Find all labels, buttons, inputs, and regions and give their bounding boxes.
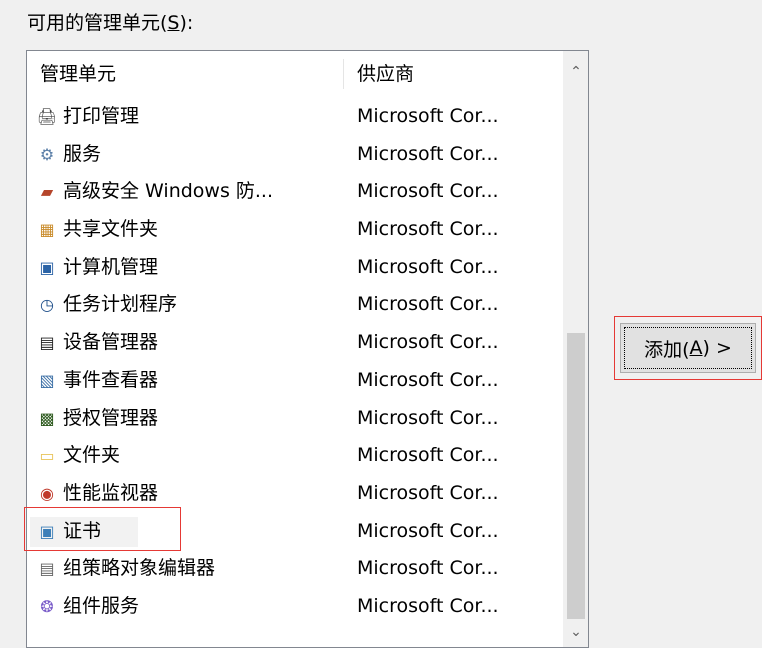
scroll-up-icon[interactable]: ⌃ bbox=[563, 59, 588, 85]
certificate-icon: ▣ bbox=[39, 521, 55, 541]
column-header-vendor[interactable]: 供应商 bbox=[357, 51, 557, 97]
snapin-rows: 🖨 打印管理 Microsoft Cor... ⚙ 服务 Microsoft Cor...… bbox=[27, 98, 563, 626]
component-services-icon: ❂ bbox=[40, 596, 54, 616]
list-item[interactable]: ▰ 高级安全 Windows 防... Microsoft Cor... bbox=[27, 173, 563, 211]
firewall-icon: ▰ bbox=[40, 182, 54, 202]
snapin-name: 组策略对象编辑器 bbox=[63, 557, 216, 580]
add-button-label: 添加(A) > bbox=[624, 327, 752, 369]
snapin-vendor: Microsoft Cor... bbox=[357, 105, 499, 127]
list-item[interactable]: ⚙ 服务 Microsoft Cor... bbox=[27, 136, 563, 174]
add-button[interactable]: 添加(A) > bbox=[620, 323, 756, 373]
vertical-scrollbar[interactable]: ⌃ ⌄ bbox=[563, 51, 588, 647]
snapin-vendor: Microsoft Cor... bbox=[357, 481, 499, 504]
computer-management-icon: ▣ bbox=[39, 257, 55, 277]
snapin-vendor: Microsoft Cor... bbox=[357, 594, 499, 617]
available-snapins-list[interactable]: 管理单元 供应商 🖨 打印管理 Microsoft Cor... ⚙ 服务 Microso… bbox=[26, 50, 589, 648]
shared-folder-icon: ▦ bbox=[39, 220, 55, 240]
column-header-snapin[interactable]: 管理单元 bbox=[40, 51, 340, 97]
snapin-vendor: Microsoft Cor... bbox=[357, 368, 499, 391]
folder-icon: ▭ bbox=[39, 446, 55, 466]
clock-icon: ◷ bbox=[40, 295, 54, 315]
snapin-name: 计算机管理 bbox=[63, 255, 159, 278]
snapin-vendor: Microsoft Cor... bbox=[357, 293, 499, 316]
available-snapins-label: 可用的管理单元(S): bbox=[27, 12, 194, 34]
snapin-name: 共享文件夹 bbox=[63, 218, 159, 241]
snapin-name: 服务 bbox=[63, 142, 102, 165]
snapin-name: 性能监视器 bbox=[63, 481, 159, 504]
group-policy-editor-icon: ▤ bbox=[39, 559, 55, 579]
printer-icon: 🖨 bbox=[36, 107, 58, 126]
snapin-name: 高级安全 Windows 防... bbox=[63, 180, 274, 203]
snapin-vendor: Microsoft Cor... bbox=[357, 331, 499, 354]
snapin-vendor: Microsoft Cor... bbox=[357, 519, 499, 542]
snapin-name: 设备管理器 bbox=[63, 331, 159, 354]
snapin-name: 证书 bbox=[63, 519, 102, 542]
snapin-vendor: Microsoft Cor... bbox=[357, 255, 499, 278]
list-item[interactable]: ▭ 文件夹 Microsoft Cor... bbox=[27, 437, 563, 475]
scroll-thumb[interactable] bbox=[567, 333, 585, 619]
list-item[interactable]: ◷ 任务计划程序 Microsoft Cor... bbox=[27, 286, 563, 324]
list-item[interactable]: ▣ 计算机管理 Microsoft Cor... bbox=[27, 249, 563, 287]
snapin-vendor: Microsoft Cor... bbox=[357, 180, 499, 203]
gears-icon: ⚙ bbox=[39, 144, 55, 164]
snapin-name: 文件夹 bbox=[63, 444, 121, 467]
snapin-name: 打印管理 bbox=[63, 105, 140, 127]
performance-monitor-icon: ◉ bbox=[40, 483, 54, 503]
snapin-name: 授权管理器 bbox=[63, 406, 159, 429]
list-item[interactable]: ▤ 设备管理器 Microsoft Cor... bbox=[27, 324, 563, 362]
authorization-manager-icon: ▩ bbox=[39, 408, 55, 428]
event-viewer-icon: ▧ bbox=[39, 370, 55, 390]
snapin-vendor: Microsoft Cor... bbox=[357, 406, 499, 429]
list-item[interactable]: ▣ 证书 Microsoft Cor... bbox=[27, 513, 563, 551]
scroll-down-icon[interactable]: ⌄ bbox=[563, 619, 588, 645]
snapin-vendor: Microsoft Cor... bbox=[357, 142, 499, 165]
snapin-name: 组件服务 bbox=[63, 594, 140, 617]
snapin-vendor: Microsoft Cor... bbox=[357, 557, 499, 580]
list-item[interactable]: ▧ 事件查看器 Microsoft Cor... bbox=[27, 362, 563, 400]
snapin-vendor: Microsoft Cor... bbox=[357, 444, 499, 467]
list-item[interactable]: ❂ 组件服务 Microsoft Cor... bbox=[27, 588, 563, 626]
device-manager-icon: ▤ bbox=[39, 333, 55, 353]
list-item[interactable]: 🖨 打印管理 Microsoft Cor... bbox=[27, 98, 563, 136]
snapin-name: 任务计划程序 bbox=[63, 293, 178, 316]
column-divider[interactable] bbox=[343, 59, 344, 89]
snapin-name: 事件查看器 bbox=[63, 368, 159, 391]
list-item[interactable]: ▦ 共享文件夹 Microsoft Cor... bbox=[27, 211, 563, 249]
snapin-vendor: Microsoft Cor... bbox=[357, 218, 499, 241]
list-item[interactable]: ◉ 性能监视器 Microsoft Cor... bbox=[27, 475, 563, 513]
list-item[interactable]: ▩ 授权管理器 Microsoft Cor... bbox=[27, 400, 563, 438]
list-header: 管理单元 供应商 bbox=[27, 51, 563, 97]
list-item[interactable]: ▤ 组策略对象编辑器 Microsoft Cor... bbox=[27, 550, 563, 588]
